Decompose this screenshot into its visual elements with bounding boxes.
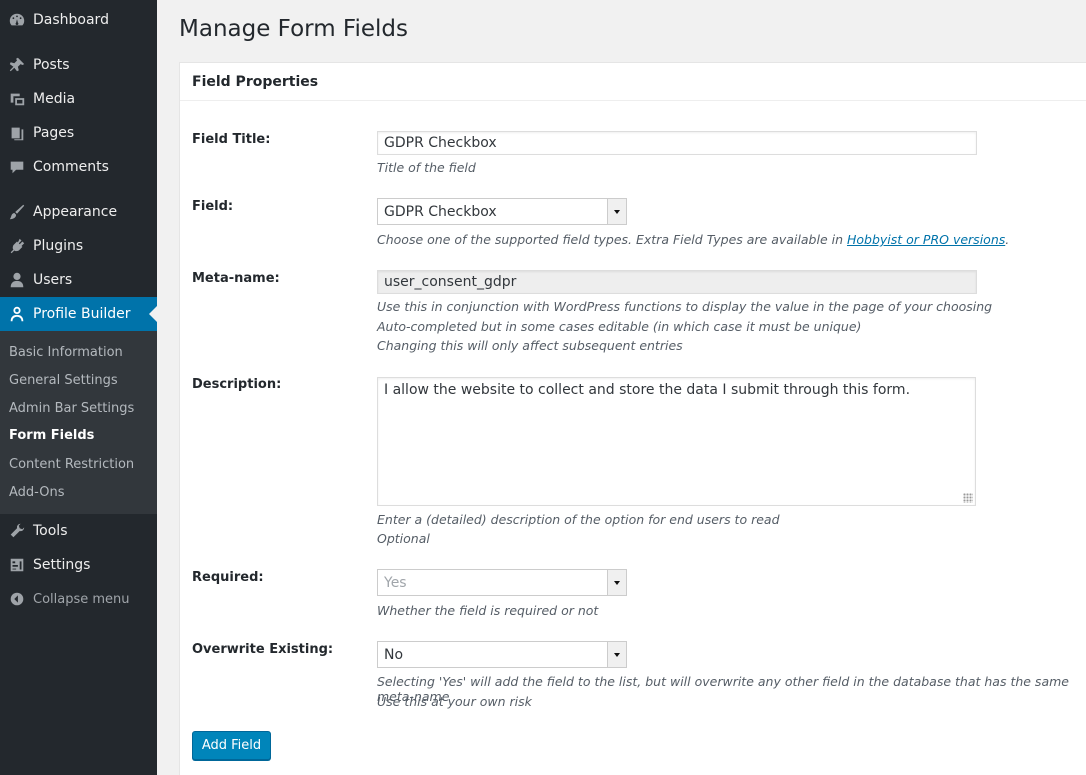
- panel-header: Field Properties: [180, 63, 1086, 101]
- overwrite-existing-help-2: Use this at your own risk: [377, 694, 532, 709]
- field-type-help: Choose one of the supported field types.…: [377, 232, 1010, 247]
- dropdown-arrow-icon: [607, 642, 626, 667]
- field-type-label: Field:: [192, 199, 234, 214]
- submenu-admin-bar-settings[interactable]: Admin Bar Settings: [9, 401, 134, 416]
- menu-label: Comments: [33, 159, 109, 175]
- meta-name-help-2: Auto-completed but in some cases editabl…: [377, 319, 862, 334]
- submenu-add-ons[interactable]: Add-Ons: [9, 485, 64, 500]
- collapse-label: Collapse menu: [33, 591, 130, 607]
- menu-label: Media: [33, 91, 76, 107]
- plug-icon: [0, 237, 33, 255]
- page-title: Manage Form Fields: [179, 16, 408, 42]
- description-value: I allow the website to collect and store…: [384, 382, 911, 398]
- menu-label: Plugins: [33, 238, 84, 254]
- meta-name-input[interactable]: user_consent_gdpr: [377, 270, 977, 294]
- field-title-value: GDPR Checkbox: [384, 135, 497, 151]
- menu-label: Users: [33, 272, 73, 288]
- menu-item-media[interactable]: Media: [0, 82, 157, 116]
- overwrite-existing-label: Overwrite Existing:: [192, 642, 334, 657]
- menu-label: Posts: [33, 57, 70, 73]
- overwrite-existing-value: No: [384, 646, 404, 663]
- description-help-1: Enter a (detailed) description of the op…: [377, 512, 780, 527]
- menu-item-dashboard[interactable]: Dashboard: [0, 3, 157, 37]
- menu-item-settings[interactable]: Settings: [0, 548, 157, 582]
- media-icon: [0, 90, 33, 108]
- collapse-menu-button[interactable]: Collapse menu: [0, 582, 157, 616]
- menu-item-plugins[interactable]: Plugins: [0, 229, 157, 263]
- user-icon: [0, 271, 33, 289]
- upgrade-link[interactable]: Hobbyist or PRO versions: [847, 232, 1005, 247]
- pages-icon: [0, 124, 33, 142]
- panel-title: Field Properties: [192, 74, 319, 90]
- menu-label: Tools: [33, 523, 68, 539]
- submenu-content-restriction[interactable]: Content Restriction: [9, 457, 134, 472]
- menu-item-posts[interactable]: Posts: [0, 48, 157, 82]
- comment-icon: [0, 158, 33, 176]
- menu-item-pages[interactable]: Pages: [0, 116, 157, 150]
- menu-label: Appearance: [33, 204, 118, 220]
- meta-name-label: Meta-name:: [192, 271, 280, 286]
- menu-label: Profile Builder: [33, 306, 131, 322]
- submenu-basic-information[interactable]: Basic Information: [9, 345, 123, 360]
- field-type-value: GDPR Checkbox: [384, 203, 497, 220]
- submenu-general-settings[interactable]: General Settings: [9, 373, 118, 388]
- menu-label: Pages: [33, 125, 75, 141]
- required-label: Required:: [192, 570, 264, 585]
- menu-item-appearance[interactable]: Appearance: [0, 195, 157, 229]
- required-select[interactable]: Yes: [377, 569, 627, 596]
- menu-label: Dashboard: [33, 12, 109, 28]
- meta-name-help-3: Changing this will only affect subsequen…: [377, 338, 683, 353]
- menu-item-comments[interactable]: Comments: [0, 150, 157, 184]
- required-value: Yes: [384, 574, 407, 591]
- description-help-2: Optional: [377, 531, 430, 546]
- description-textarea[interactable]: I allow the website to collect and store…: [377, 377, 976, 506]
- required-help: Whether the field is required or not: [377, 603, 599, 618]
- field-title-label: Field Title:: [192, 132, 271, 147]
- pin-icon: [0, 56, 33, 74]
- admin-sidebar: Dashboard Posts Media Pages Comments App…: [0, 0, 157, 775]
- menu-item-tools[interactable]: Tools: [0, 514, 157, 548]
- profile-builder-submenu: Basic Information General Settings Admin…: [0, 331, 157, 514]
- active-indicator: [149, 306, 157, 322]
- meta-name-help-1: Use this in conjunction with WordPress f…: [377, 299, 993, 314]
- menu-label: Settings: [33, 557, 91, 573]
- settings-icon: [0, 556, 33, 574]
- menu-item-users[interactable]: Users: [0, 263, 157, 297]
- field-title-input[interactable]: GDPR Checkbox: [377, 131, 977, 155]
- collapse-icon: [0, 590, 33, 608]
- add-field-button[interactable]: Add Field: [192, 731, 271, 760]
- submenu-form-fields[interactable]: Form Fields: [9, 428, 94, 443]
- dashboard-icon: [0, 11, 33, 29]
- field-title-help: Title of the field: [377, 160, 476, 175]
- field-type-select[interactable]: GDPR Checkbox: [377, 198, 627, 225]
- description-label: Description:: [192, 377, 282, 392]
- resize-grip-icon[interactable]: [963, 493, 973, 503]
- wrench-icon: [0, 522, 33, 540]
- dropdown-arrow-icon: [607, 570, 626, 595]
- brush-icon: [0, 203, 33, 221]
- overwrite-existing-select[interactable]: No: [377, 641, 627, 668]
- menu-item-profile-builder[interactable]: Profile Builder: [0, 297, 157, 331]
- profile-icon: [0, 305, 33, 323]
- meta-name-value: user_consent_gdpr: [384, 274, 517, 290]
- dropdown-arrow-icon: [607, 199, 626, 224]
